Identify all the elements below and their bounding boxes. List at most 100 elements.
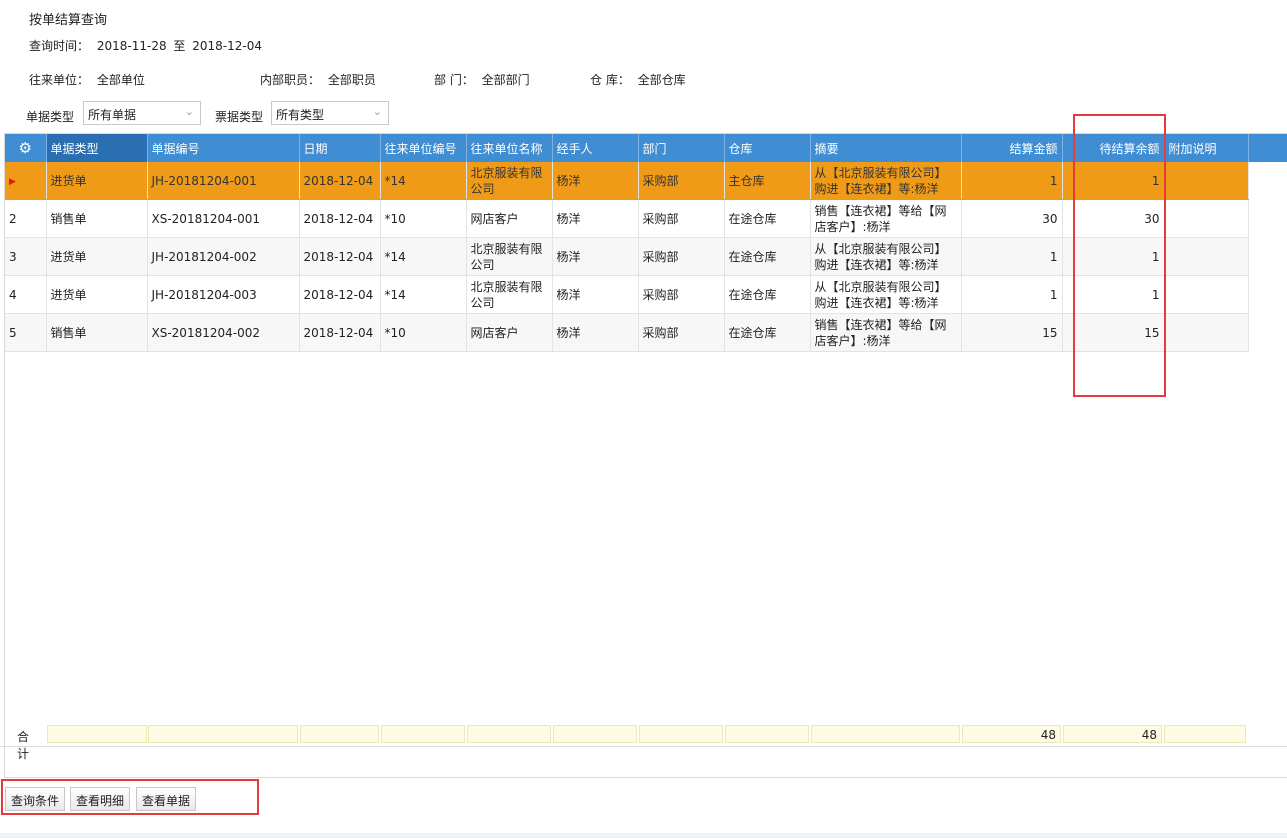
- grid-settings[interactable]: ⚙: [5, 134, 47, 162]
- cell-note: [1164, 199, 1249, 238]
- query-time-label: 查询时间：: [29, 39, 90, 53]
- triangle-right-icon: ▶: [9, 176, 16, 187]
- summary-cell: [467, 725, 551, 743]
- col-header-summary[interactable]: 摘要: [810, 134, 962, 162]
- cell-partner-name: 网店客户: [466, 199, 553, 238]
- cell-note: [1164, 237, 1249, 276]
- cell-note: [1164, 162, 1249, 200]
- table-row[interactable]: ▶ 进货单 JH-20181204-001 2018-12-04 *14 北京服…: [5, 162, 1249, 200]
- col-header-doc-type[interactable]: 单据类型: [46, 134, 148, 162]
- summary-cell: [381, 725, 465, 743]
- col-header-partner-name[interactable]: 往来单位名称: [466, 134, 553, 162]
- doc-type-select[interactable]: 所有单据 ⌄: [83, 101, 201, 125]
- cell-doc-type: 进货单: [46, 275, 148, 314]
- cell-summary: 从【北京服装有限公司】购进【连衣裙】等:杨洋: [810, 237, 962, 276]
- cell-partner-name: 北京服装有限公司: [466, 275, 553, 314]
- cell-amount: 15: [961, 313, 1063, 352]
- cell-summary: 从【北京服装有限公司】购进【连衣裙】等:杨洋: [810, 162, 962, 200]
- cell-doc-type: 进货单: [46, 237, 148, 276]
- cell-handler: 杨洋: [552, 237, 639, 276]
- col-header-doc-no[interactable]: 单据编号: [147, 134, 300, 162]
- summary-cell: [148, 725, 298, 743]
- table-row[interactable]: 5 销售单 XS-20181204-002 2018-12-04 *10 网店客…: [5, 313, 1249, 352]
- table-row[interactable]: 4 进货单 JH-20181204-003 2018-12-04 *14 北京服…: [5, 275, 1249, 314]
- cell-partner-name: 北京服装有限公司: [466, 237, 553, 276]
- cell-partner-no: *10: [380, 313, 467, 352]
- summary-cell: [300, 725, 379, 743]
- cell-doc-no: JH-20181204-003: [147, 275, 300, 314]
- row-index: 4: [5, 275, 47, 314]
- filter-staff-label: 内部职员：: [260, 73, 321, 87]
- col-header-amount[interactable]: 结算金额: [961, 134, 1063, 162]
- highlight-box-buttons: [1, 779, 259, 815]
- cell-note: [1164, 275, 1249, 314]
- filter-warehouse-value: 全部仓库: [637, 73, 686, 87]
- cell-doc-no: JH-20181204-002: [147, 237, 300, 276]
- cell-note: [1164, 313, 1249, 352]
- cell-warehouse: 在途仓库: [724, 313, 811, 352]
- cell-dept: 采购部: [638, 237, 725, 276]
- col-header-date[interactable]: 日期: [299, 134, 381, 162]
- filter-partner: 往来单位： 全部单位: [29, 71, 145, 88]
- cell-partner-name: 网店客户: [466, 313, 553, 352]
- divider: [0, 746, 1287, 747]
- cell-partner-no: *14: [380, 162, 467, 200]
- cell-amount: 1: [961, 237, 1063, 276]
- filter-dept-label: 部 门：: [434, 73, 474, 87]
- cell-dept: 采购部: [638, 275, 725, 314]
- col-header-note[interactable]: 附加说明: [1164, 134, 1249, 162]
- settlement-grid: ⚙ 单据类型 单据编号 日期 往来单位编号 往来单位名称 经手人 部门 仓库 摘…: [5, 134, 1249, 352]
- doc-type-label: 单据类型: [26, 110, 75, 124]
- cell-partner-no: *14: [380, 275, 467, 314]
- summary-label: 合计: [17, 730, 30, 761]
- bill-type-select[interactable]: 所有类型 ⌄: [271, 101, 389, 125]
- cell-dept: 采购部: [638, 199, 725, 238]
- cell-amount: 1: [961, 275, 1063, 314]
- col-header-dept[interactable]: 部门: [638, 134, 725, 162]
- col-header-handler[interactable]: 经手人: [552, 134, 639, 162]
- cell-doc-no: XS-20181204-001: [147, 199, 300, 238]
- filter-warehouse-label: 仓 库：: [590, 73, 630, 87]
- summary-cell: [1164, 725, 1246, 743]
- cell-doc-type: 进货单: [46, 162, 148, 200]
- filter-partner-value: 全部单位: [96, 73, 145, 87]
- cell-dept: 采购部: [638, 313, 725, 352]
- cell-date: 2018-12-04: [299, 237, 381, 276]
- filter-dept: 部 门： 全部部门: [434, 71, 530, 88]
- table-row[interactable]: 2 销售单 XS-20181204-001 2018-12-04 *10 网店客…: [5, 199, 1249, 238]
- col-header-partner-no[interactable]: 往来单位编号: [380, 134, 467, 162]
- cell-amount: 1: [961, 162, 1063, 200]
- cell-warehouse: 在途仓库: [724, 237, 811, 276]
- summary-cell: [811, 725, 960, 743]
- cell-doc-type: 销售单: [46, 313, 148, 352]
- col-header-warehouse[interactable]: 仓库: [724, 134, 811, 162]
- cell-summary: 销售【连衣裙】等给【网店客户】:杨洋: [810, 313, 962, 352]
- cell-doc-no: JH-20181204-001: [147, 162, 300, 200]
- cell-partner-no: *10: [380, 199, 467, 238]
- filter-dept-value: 全部部门: [481, 73, 530, 87]
- filter-partner-label: 往来单位：: [29, 73, 90, 87]
- summary-balance-total: 48: [1063, 725, 1162, 743]
- cell-handler: 杨洋: [552, 275, 639, 314]
- row-index: 2: [5, 199, 47, 238]
- cell-dept: 采购部: [638, 162, 725, 200]
- doc-type-value: 所有单据: [88, 108, 137, 122]
- cell-doc-type: 销售单: [46, 199, 148, 238]
- bill-type-label: 票据类型: [215, 110, 264, 124]
- cell-partner-no: *14: [380, 237, 467, 276]
- chevron-down-icon: ⌄: [184, 105, 194, 118]
- status-bar: [0, 833, 1287, 838]
- summary-cell: [47, 725, 147, 743]
- cell-summary: 销售【连衣裙】等给【网店客户】:杨洋: [810, 199, 962, 238]
- cell-summary: 从【北京服装有限公司】购进【连衣裙】等:杨洋: [810, 275, 962, 314]
- cell-date: 2018-12-04: [299, 162, 381, 200]
- cell-date: 2018-12-04: [299, 275, 381, 314]
- table-row[interactable]: 3 进货单 JH-20181204-002 2018-12-04 *14 北京服…: [5, 237, 1249, 276]
- cell-date: 2018-12-04: [299, 313, 381, 352]
- filter-staff-value: 全部职员: [327, 73, 376, 87]
- cell-handler: 杨洋: [552, 313, 639, 352]
- query-time: 查询时间： 2018-11-28 至 2018-12-04: [29, 37, 262, 54]
- cell-amount: 30: [961, 199, 1063, 238]
- row-indicator: ▶: [5, 162, 47, 200]
- gear-icon[interactable]: ⚙: [5, 139, 45, 157]
